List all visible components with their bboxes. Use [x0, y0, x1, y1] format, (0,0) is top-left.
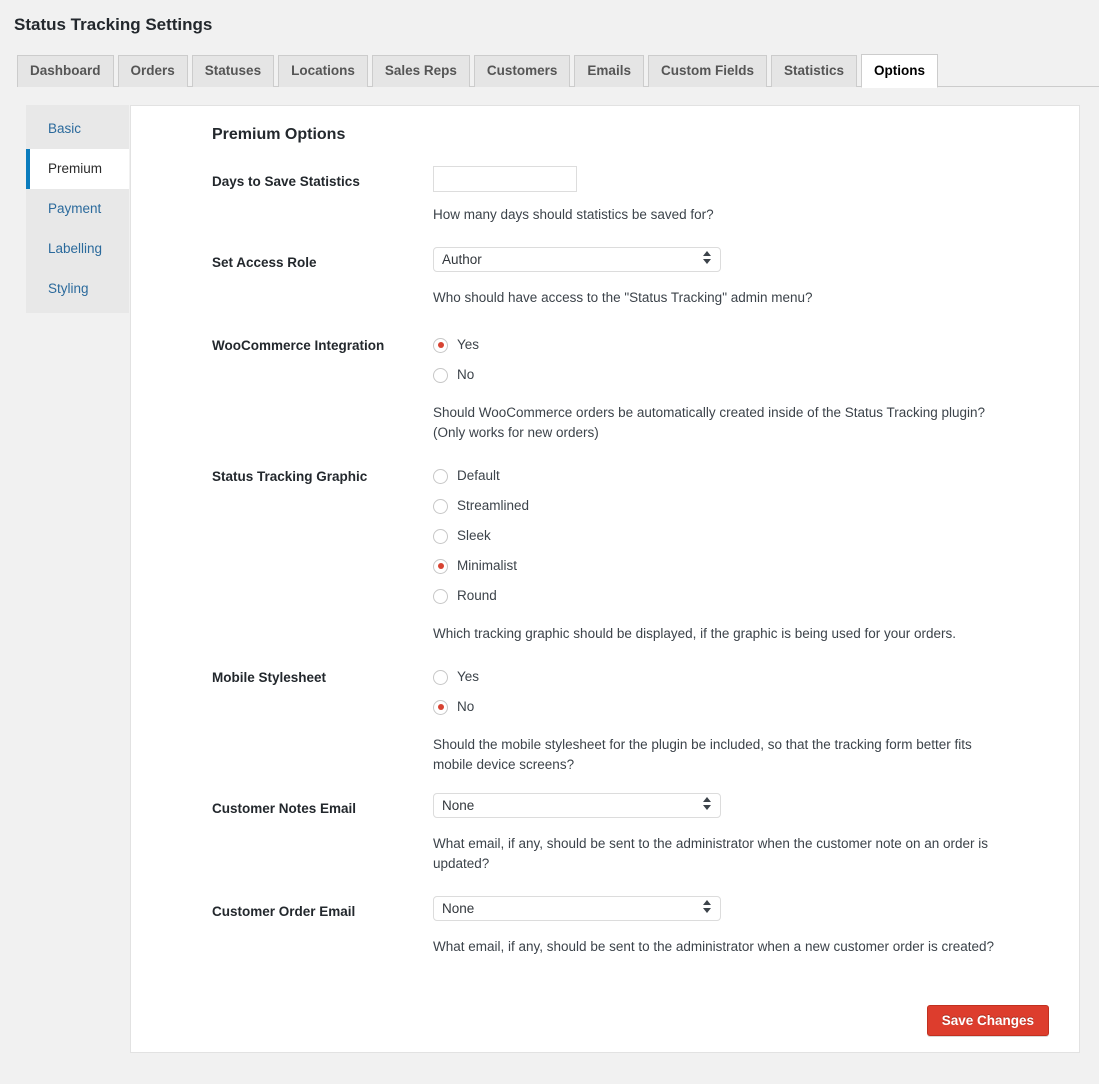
settings-layout: Basic Premium Payment Labelling Styling Prem…	[0, 105, 1099, 1055]
radio-label[interactable]: Yes	[457, 335, 479, 355]
radio-label[interactable]: Default	[457, 466, 500, 486]
subnav-item-payment[interactable]: Payment	[26, 189, 129, 229]
description-set-access-role: Who should have access to the "Status Tr…	[433, 290, 813, 305]
radio-label[interactable]: Yes	[457, 667, 479, 687]
field-row-customer-order-email: Customer Order Email None What email, if…	[212, 896, 1049, 957]
customer-notes-email-select[interactable]: None	[433, 793, 721, 818]
subnav-item-styling[interactable]: Styling	[26, 269, 129, 309]
tab-sales-reps[interactable]: Sales Reps	[371, 55, 470, 87]
radio-button-minimalist[interactable]	[433, 558, 448, 574]
tab-statuses[interactable]: Statuses	[191, 55, 275, 87]
label-mobile-stylesheet: Mobile Stylesheet	[212, 670, 327, 685]
radio-option-round[interactable]: Round	[433, 581, 1049, 611]
radio-label[interactable]: Streamlined	[457, 496, 529, 516]
label-days-to-save-statistics: Days to Save Statistics	[212, 174, 360, 189]
radio-group-woocommerce-integration: Yes No	[433, 330, 1049, 390]
subnav-item-labelling[interactable]: Labelling	[26, 229, 129, 269]
radio-button-sleek[interactable]	[433, 528, 448, 544]
tab-options[interactable]: Options	[861, 54, 938, 88]
radio-option-yes[interactable]: Yes	[433, 330, 1049, 360]
field-row-woocommerce-integration: WooCommerce Integration Yes No Should Woo…	[212, 330, 1049, 443]
radio-option-no[interactable]: No	[433, 692, 1049, 722]
radio-label[interactable]: No	[457, 365, 474, 385]
description-mobile-stylesheet: Should the mobile stylesheet for the plu…	[433, 737, 972, 772]
radio-option-default[interactable]: Default	[433, 461, 1049, 491]
page-title: Status Tracking Settings	[14, 15, 213, 34]
settings-subnav: Basic Premium Payment Labelling Styling	[26, 105, 129, 313]
description-status-tracking-graphic: Which tracking graphic should be display…	[433, 626, 957, 641]
radio-option-no[interactable]: No	[433, 360, 1049, 390]
radio-label[interactable]: No	[457, 697, 474, 717]
tab-statistics[interactable]: Statistics	[770, 55, 857, 87]
radio-label[interactable]: Sleek	[457, 526, 491, 546]
description-woocommerce-integration: Should WooCommerce orders be automatical…	[433, 405, 986, 440]
section-title: Premium Options	[212, 126, 346, 143]
label-woocommerce-integration: WooCommerce Integration	[212, 338, 385, 353]
field-row-status-tracking-graphic: Status Tracking Graphic Default Streamlin…	[212, 461, 1049, 644]
radio-button-streamlined[interactable]	[433, 498, 448, 514]
radio-button-yes[interactable]	[433, 669, 448, 685]
radio-option-yes[interactable]: Yes	[433, 662, 1049, 692]
label-customer-order-email: Customer Order Email	[212, 904, 356, 919]
field-row-customer-notes-email: Customer Notes Email None What email, if…	[212, 793, 1049, 874]
description-days-to-save-statistics: How many days should statistics be saved…	[433, 207, 714, 222]
tab-locations[interactable]: Locations	[278, 55, 368, 87]
tab-bar: Dashboard Orders Statuses Locations Sales Re…	[17, 54, 1099, 88]
customer-order-email-value[interactable]: None	[433, 896, 721, 921]
set-access-role-value[interactable]: Author	[433, 247, 721, 272]
set-access-role-select[interactable]: Author	[433, 247, 721, 272]
description-customer-notes-email: What email, if any, should be sent to th…	[433, 836, 989, 871]
label-set-access-role: Set Access Role	[212, 255, 317, 270]
radio-button-no[interactable]	[433, 367, 448, 383]
radio-option-minimalist[interactable]: Minimalist	[433, 551, 1049, 581]
label-status-tracking-graphic: Status Tracking Graphic	[212, 469, 368, 484]
radio-button-round[interactable]	[433, 588, 448, 604]
radio-button-no[interactable]	[433, 699, 448, 715]
subnav-item-basic[interactable]: Basic	[26, 109, 129, 149]
description-customer-order-email: What email, if any, should be sent to th…	[433, 939, 995, 954]
tab-dashboard[interactable]: Dashboard	[17, 55, 114, 87]
label-customer-notes-email: Customer Notes Email	[212, 801, 357, 816]
customer-notes-email-value[interactable]: None	[433, 793, 721, 818]
tab-customers[interactable]: Customers	[473, 55, 571, 87]
subnav-item-premium[interactable]: Premium	[26, 149, 129, 189]
field-row-days-to-save-statistics: Days to Save Statistics How many days sh…	[212, 166, 1049, 225]
settings-panel: Premium Options Days to Save Statistics …	[130, 105, 1080, 1053]
tab-orders[interactable]: Orders	[117, 55, 188, 87]
save-changes-button[interactable]: Save Changes	[926, 1005, 1049, 1036]
tab-emails[interactable]: Emails	[574, 55, 644, 87]
radio-option-sleek[interactable]: Sleek	[433, 521, 1049, 551]
field-row-set-access-role: Set Access Role Author Who should have a…	[212, 247, 1049, 308]
customer-order-email-select[interactable]: None	[433, 896, 721, 921]
save-bar: Save Changes	[926, 1005, 1049, 1036]
radio-button-yes[interactable]	[433, 337, 448, 353]
radio-button-default[interactable]	[433, 468, 448, 484]
tab-custom-fields[interactable]: Custom Fields	[647, 55, 767, 87]
radio-option-streamlined[interactable]: Streamlined	[433, 491, 1049, 521]
days-to-save-statistics-input[interactable]	[433, 166, 577, 192]
radio-label[interactable]: Minimalist	[457, 556, 517, 576]
radio-group-mobile-stylesheet: Yes No	[433, 662, 1049, 722]
radio-label[interactable]: Round	[457, 586, 497, 606]
radio-group-status-tracking-graphic: Default Streamlined Sleek Minimalist Round	[433, 461, 1049, 611]
field-row-mobile-stylesheet: Mobile Stylesheet Yes No Should the mobil…	[212, 662, 1049, 775]
